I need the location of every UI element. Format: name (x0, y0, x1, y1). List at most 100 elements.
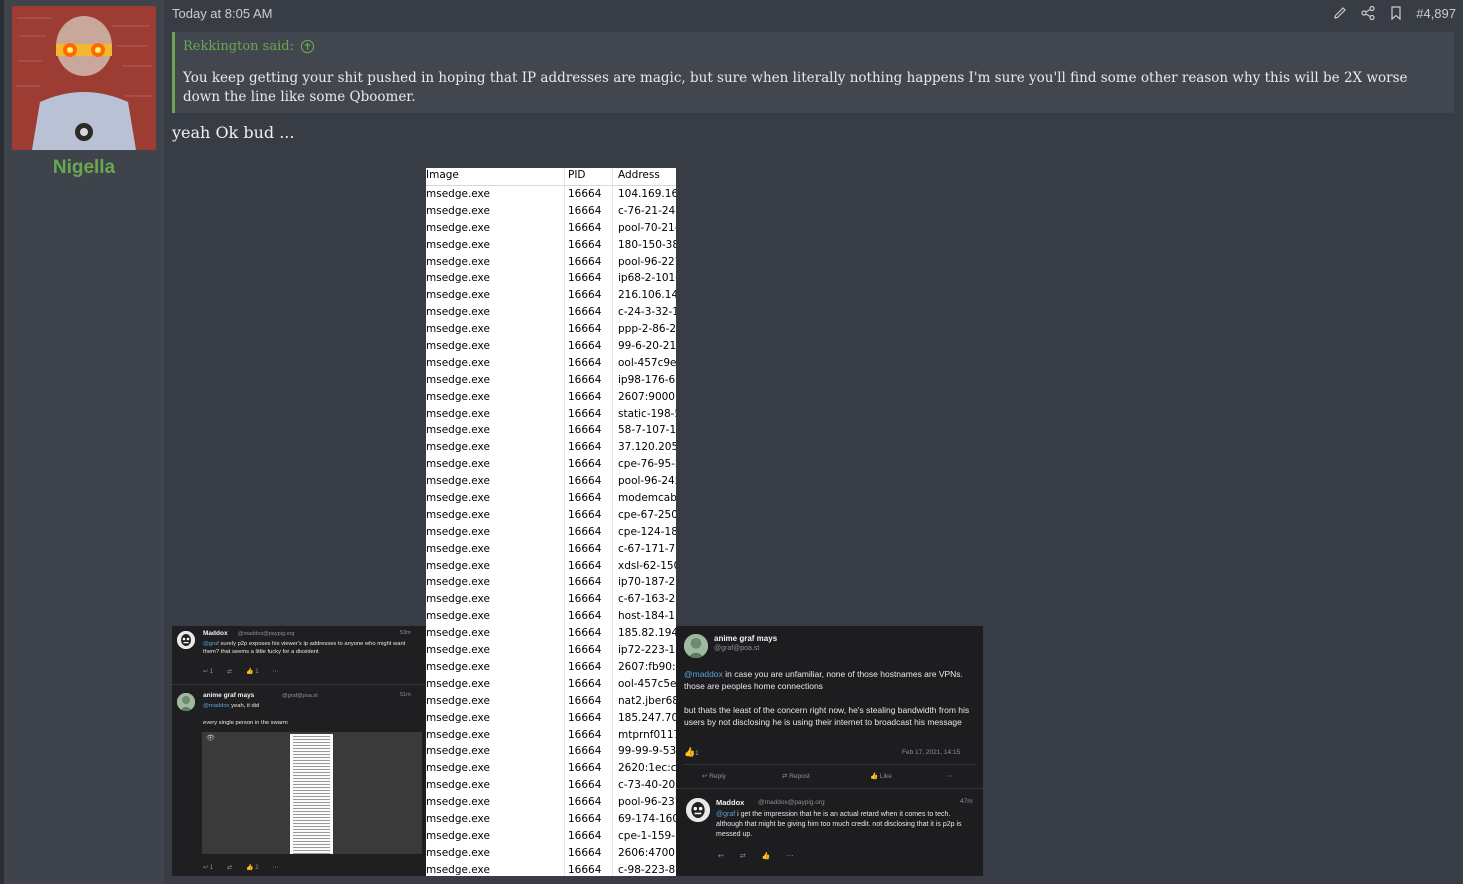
table-row: msedge.exe 16664 c-73-40-208 (426, 778, 676, 795)
cell-address: ip72-223-11 (618, 644, 676, 657)
table-row: msedge.exe 16664 69-174-160- (426, 812, 676, 829)
maddox-avatar (177, 631, 195, 649)
quote-header[interactable]: Rekkington said: (183, 39, 315, 54)
cell-pid: 16664 (568, 204, 602, 217)
cell-image: msedge.exe (426, 829, 490, 842)
left-tweet-screenshot[interactable]: Maddox @maddox@paypig.org 53m @graf sure… (172, 626, 426, 876)
reply-label: Reply (709, 773, 726, 780)
cell-image: msedge.exe (426, 745, 490, 758)
tweet-text-2: every single person in the swarm (203, 720, 288, 726)
reply-icon[interactable]: ↩ 1 (203, 668, 213, 675)
cell-pid: 16664 (568, 542, 602, 555)
quote-block: Rekkington said: You keep getting your s… (172, 32, 1454, 113)
tweet-handle[interactable]: @maddox@paypig.org (758, 799, 825, 806)
thumbs-up-icon[interactable]: 👍1 (684, 747, 699, 758)
cell-pid: 16664 (568, 846, 602, 859)
cell-pid: 16664 (568, 576, 602, 589)
table-row: msedge.exe 16664 static-198-5 (426, 407, 676, 424)
more-icon[interactable]: ⋯ (786, 852, 793, 860)
right-tweet-screenshot[interactable]: anime graf mays @graf@poa.st @maddox in … (676, 626, 983, 876)
more-icon[interactable]: ⋯ (273, 864, 279, 871)
tweet-mention[interactable]: @graf (716, 811, 735, 818)
username[interactable]: Nigella (4, 157, 164, 179)
cell-image: msedge.exe (426, 424, 490, 437)
arrow-up-circle-icon[interactable] (300, 39, 315, 54)
tweet-mention[interactable]: @graf (203, 641, 219, 647)
cell-address: 99-99-9-53. (618, 745, 676, 758)
edit-icon[interactable] (1332, 5, 1348, 21)
cell-pid: 16664 (568, 728, 602, 741)
like-button[interactable]: 👍 Like (870, 772, 892, 780)
process-table-image[interactable]: Image PID Address msedge.exe 16664 104.169… (426, 168, 676, 876)
cell-image: msedge.exe (426, 644, 490, 657)
cell-image: msedge.exe (426, 475, 490, 488)
avatar[interactable] (12, 6, 156, 150)
quote-author[interactable]: Rekkington said: (183, 39, 294, 54)
tweet-handle[interactable]: @graf@poa.st (714, 645, 759, 652)
cell-address: 37.120.205.4 (618, 441, 676, 454)
repost-button[interactable]: ⇄ Repost (782, 772, 810, 780)
repost-icon[interactable]: ⇄ (740, 852, 746, 860)
cell-address: 2607:fb90:a (618, 660, 676, 673)
tweet-mention[interactable]: @maddox (684, 669, 723, 679)
table-row: msedge.exe 16664 216.106.149 (426, 288, 676, 305)
like-icon[interactable]: 👍 2 (246, 864, 258, 871)
more-icon[interactable]: ⋯ (273, 668, 279, 675)
process-table-header: Image PID Address (426, 168, 676, 186)
cell-address: c-73-40-208 (618, 779, 676, 792)
cell-image: msedge.exe (426, 373, 490, 386)
tweet-handle[interactable]: @graf@poa.st (282, 693, 318, 699)
table-row: msedge.exe 16664 ip72-223-11 (426, 643, 676, 660)
repost-icon[interactable]: ⇄ (227, 668, 232, 675)
like-icon[interactable]: 👍 (762, 852, 771, 860)
cell-address: host-184-17 (618, 610, 676, 623)
cell-address: cpe-1-159-1 (618, 829, 676, 842)
table-row: msedge.exe 16664 2607:fb90:a (426, 660, 676, 677)
cell-image: msedge.exe (426, 694, 490, 707)
cell-pid: 16664 (568, 407, 602, 420)
share-icon[interactable] (1360, 5, 1376, 21)
reply-icon[interactable]: ↩ (718, 852, 724, 860)
tweet-mention[interactable]: @maddox (203, 703, 230, 709)
cell-image: msedge.exe (426, 812, 490, 825)
cell-address: cpe-76-95-2 (618, 458, 676, 471)
attached-image[interactable]: 👁 (202, 732, 422, 854)
cell-image: msedge.exe (426, 627, 490, 640)
cell-pid: 16664 (568, 829, 602, 842)
cell-image: msedge.exe (426, 407, 490, 420)
tweet-author[interactable]: anime graf mays (714, 634, 777, 643)
repost-icon[interactable]: ⇄ (227, 864, 232, 871)
reply-icon[interactable]: ↩ 1 (203, 864, 213, 871)
tweet-author[interactable]: Maddox (716, 798, 744, 807)
cell-pid: 16664 (568, 492, 602, 505)
bookmark-icon[interactable] (1388, 5, 1404, 21)
repost-label: Repost (789, 773, 810, 780)
tweet-text: @graf surely p2p exposes his viewer's ip… (203, 640, 418, 656)
cell-pid: 16664 (568, 475, 602, 488)
cell-pid: 16664 (568, 306, 602, 319)
cell-image: msedge.exe (426, 340, 490, 353)
cell-address: cpe-124-188 (618, 525, 676, 538)
reply-button[interactable]: ↩ Reply (702, 772, 726, 780)
table-row: msedge.exe 16664 180-150-38- (426, 238, 676, 255)
table-row: msedge.exe 16664 ip70-187-25 (426, 575, 676, 592)
tweet-author[interactable]: Maddox (203, 630, 228, 637)
table-row: msedge.exe 16664 c-67-171-70 (426, 542, 676, 559)
eye-icon[interactable]: 👁 (206, 734, 215, 742)
cell-image: msedge.exe (426, 779, 490, 792)
cell-address: pool-96-245 (618, 475, 676, 488)
cell-pid: 16664 (568, 677, 602, 690)
tweet-handle[interactable]: @maddox@paypig.org (238, 631, 294, 637)
more-icon[interactable]: ⋯ (946, 772, 953, 780)
cell-image: msedge.exe (426, 508, 490, 521)
table-row: msedge.exe 16664 c-98-223-83 (426, 863, 676, 876)
divider (172, 684, 426, 685)
header-pid: PID (568, 169, 586, 181)
post-number[interactable]: #4,897 (1416, 6, 1456, 21)
table-row: msedge.exe 16664 c-76-21-242 (426, 204, 676, 221)
post-timestamp[interactable]: Today at 8:05 AM (172, 6, 272, 21)
cell-pid: 16664 (568, 762, 602, 775)
like-icon[interactable]: 👍 1 (246, 668, 258, 675)
tweet-author[interactable]: anime graf mays (203, 692, 254, 699)
cell-image: msedge.exe (426, 610, 490, 623)
